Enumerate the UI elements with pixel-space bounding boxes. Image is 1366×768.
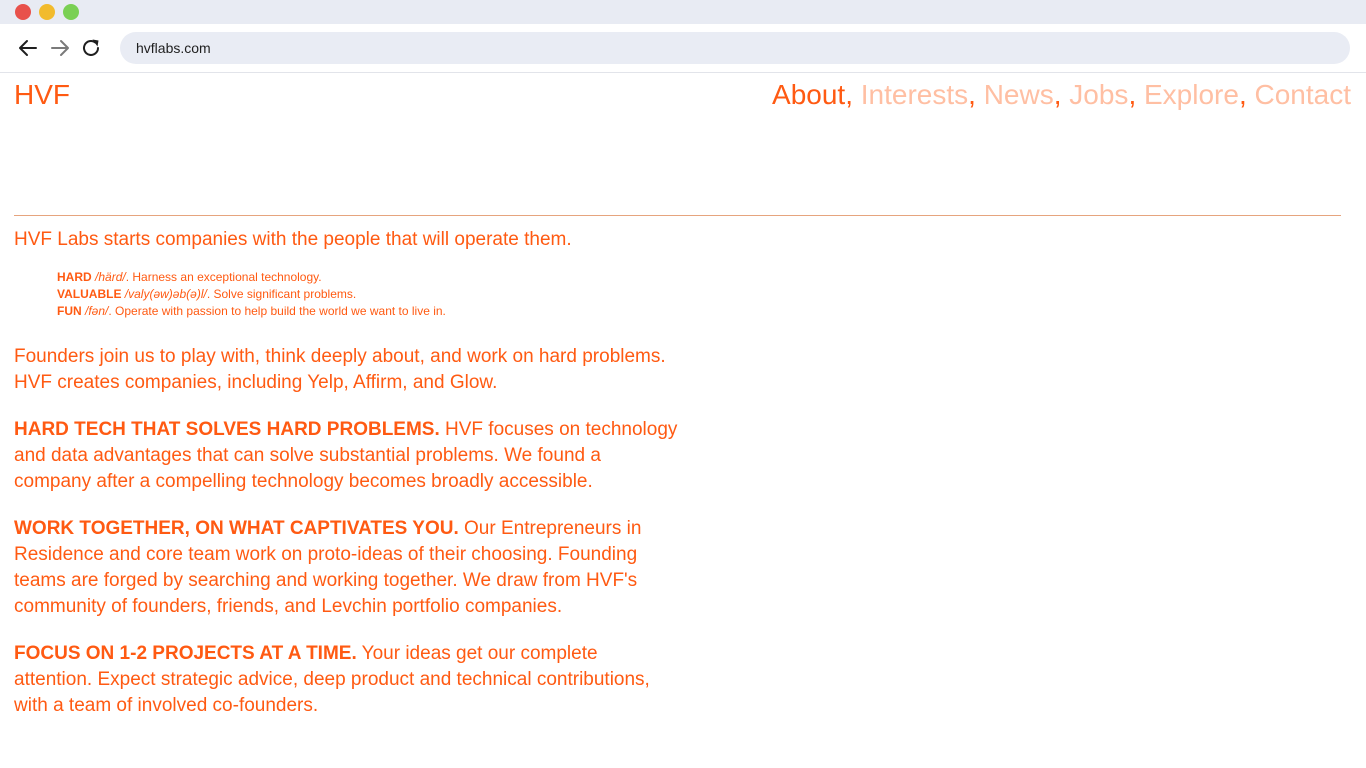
section-paragraph: WORK TOGETHER, ON WHAT CAPTIVATES YOU. O… xyxy=(14,516,679,620)
close-window-button[interactable] xyxy=(15,4,31,20)
minimize-window-button[interactable] xyxy=(39,4,55,20)
reload-button[interactable] xyxy=(79,36,103,60)
section-heading: FOCUS ON 1-2 PROJECTS AT A TIME. xyxy=(14,643,357,664)
section-divider xyxy=(14,215,1341,216)
section-heading: HARD TECH THAT SOLVES HARD PROBLEMS. xyxy=(14,419,440,440)
nav-separator: , xyxy=(1128,79,1144,110)
definitions-list: HARD /härd/. Harness an exceptional tech… xyxy=(57,269,679,320)
nav-news[interactable]: News xyxy=(984,79,1054,110)
intro-text: HVF Labs starts companies with the peopl… xyxy=(14,229,572,250)
back-button[interactable] xyxy=(16,36,40,60)
nav-interests[interactable]: Interests xyxy=(861,79,968,110)
maximize-window-button[interactable] xyxy=(63,4,79,20)
browser-toolbar: hvflabs.com xyxy=(0,24,1366,73)
main-nav: About, Interests, News, Jobs, Explore, C… xyxy=(772,79,1351,111)
site-logo[interactable]: HVF xyxy=(14,79,70,111)
section-heading: WORK TOGETHER, ON WHAT CAPTIVATES YOU. xyxy=(14,518,459,539)
about-content: HVF Labs starts companies with the peopl… xyxy=(14,227,679,719)
section-paragraph: FOCUS ON 1-2 PROJECTS AT A TIME. Your id… xyxy=(14,641,679,719)
window-titlebar xyxy=(0,0,1366,24)
page-viewport: HVF About, Interests, News, Jobs, Explor… xyxy=(0,73,1366,768)
address-bar[interactable]: hvflabs.com xyxy=(120,32,1350,64)
forward-button[interactable] xyxy=(48,36,72,60)
founders-paragraph: Founders join us to play with, think dee… xyxy=(14,346,666,393)
definition-item: VALUABLE /valy(əw)əb(ə)l/. Solve signifi… xyxy=(57,286,679,303)
nav-explore[interactable]: Explore xyxy=(1144,79,1239,110)
arrow-left-icon xyxy=(19,40,37,56)
definition-pronunciation: /fən/ xyxy=(85,304,109,318)
url-text[interactable]: hvflabs.com xyxy=(136,40,211,56)
nav-about[interactable]: About xyxy=(772,79,845,110)
definition-pronunciation: /härd/ xyxy=(95,270,126,284)
nav-separator: , xyxy=(1053,79,1070,110)
nav-separator: , xyxy=(968,79,984,110)
definition-text: . Operate with passion to help build the… xyxy=(108,304,446,318)
nav-separator: , xyxy=(845,79,861,110)
reload-icon xyxy=(83,39,99,56)
definition-pronunciation: /valy(əw)əb(ə)l/ xyxy=(124,287,207,301)
definition-text: . Solve significant problems. xyxy=(206,287,357,301)
nav-jobs[interactable]: Jobs xyxy=(1069,79,1128,110)
definition-term: FUN xyxy=(57,304,82,318)
definition-term: VALUABLE xyxy=(57,287,122,301)
arrow-right-icon xyxy=(51,40,69,56)
definition-term: HARD xyxy=(57,270,92,284)
section-paragraph: HARD TECH THAT SOLVES HARD PROBLEMS. HVF… xyxy=(14,417,679,495)
nav-contact[interactable]: Contact xyxy=(1255,79,1352,110)
definition-item: HARD /härd/. Harness an exceptional tech… xyxy=(57,269,679,286)
nav-separator: , xyxy=(1238,79,1255,110)
definition-item: FUN /fən/. Operate with passion to help … xyxy=(57,303,679,320)
definition-text: . Harness an exceptional technology. xyxy=(125,270,322,284)
